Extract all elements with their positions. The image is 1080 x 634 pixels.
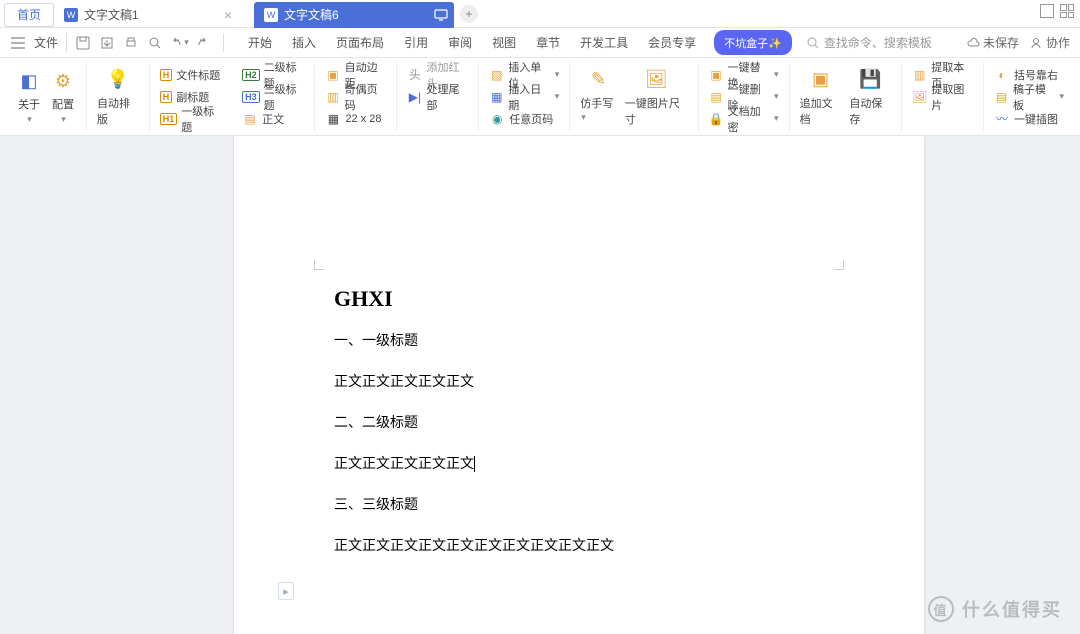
menu-start[interactable]: 开始 — [246, 30, 274, 55]
doc-h3[interactable]: 三、三级标题 — [334, 494, 824, 515]
about-button[interactable]: ◧关于▾ — [12, 68, 46, 125]
menu-insert[interactable]: 插入 — [290, 30, 318, 55]
margin-mark — [314, 256, 328, 270]
document-body[interactable]: GHXI 一、一级标题 正文正文正文正文正文 二、二级标题 正文正文正文正文正文… — [334, 286, 824, 576]
grid-view-icon[interactable] — [1060, 4, 1074, 18]
export-icon[interactable] — [97, 33, 117, 53]
menu-layout[interactable]: 页面布局 — [334, 30, 386, 55]
menu-dev[interactable]: 开发工具 — [578, 30, 630, 55]
search-box[interactable]: 查找命令、搜索模板 — [806, 34, 932, 51]
h3-button[interactable]: H3三级标题 — [238, 86, 308, 108]
body-button[interactable]: ▤正文 — [238, 108, 308, 130]
user-icon — [1029, 36, 1043, 50]
insertdate-button[interactable]: ▦插入日期▾ — [485, 86, 563, 108]
extractimg-button[interactable]: 🖼提取图片 — [908, 86, 977, 108]
menu-file[interactable]: 文件 — [32, 30, 60, 55]
tab-doc1[interactable]: W 文字文稿1 × — [54, 2, 254, 28]
document-canvas[interactable]: ⎍ GHXI 一、一级标题 正文正文正文正文正文 二、二级标题 正文正文正文正文… — [0, 136, 1080, 634]
append-button[interactable]: ▣追加文档 — [796, 67, 846, 127]
insertimg-button[interactable]: 〰一键插图 — [990, 108, 1068, 130]
menu-review[interactable]: 审阅 — [446, 30, 474, 55]
watermark-icon: 值 — [928, 596, 954, 622]
doc-body3[interactable]: 正文正文正文正文正文正文正文正文正文正文 — [334, 535, 824, 556]
tab-doc6[interactable]: W 文字文稿6 — [254, 2, 454, 28]
doc-h2[interactable]: 二、二级标题 — [334, 412, 824, 433]
watermark-text: 什么值得买 — [962, 596, 1062, 622]
watermark: 值 什么值得买 — [928, 596, 1062, 622]
menu-references[interactable]: 引用 — [402, 30, 430, 55]
tab-label: 文字文稿1 — [84, 6, 139, 23]
menu-bar: 文件 ▾ 开始 插入 页面布局 引用 审阅 视图 章节 开发工具 会员专享 不坑… — [0, 28, 1080, 58]
search-icon — [806, 36, 820, 50]
cloud-icon — [966, 36, 980, 50]
undo-icon[interactable]: ▾ — [169, 33, 189, 53]
doc-title[interactable]: GHXI — [334, 286, 824, 312]
menu-view[interactable]: 视图 — [490, 30, 518, 55]
hamburger-icon[interactable] — [8, 33, 28, 53]
promo-pill[interactable]: 不坑盒子✨ — [714, 30, 792, 55]
tab-label: 文字文稿6 — [284, 6, 339, 23]
grid-button[interactable]: ▦22 x 28 — [321, 108, 390, 130]
menu-member[interactable]: 会员专享 — [646, 30, 698, 55]
add-tab-button[interactable]: + — [460, 5, 478, 23]
tab-home[interactable]: 首页 — [4, 3, 54, 27]
close-icon[interactable]: × — [224, 7, 232, 23]
autolayout-button[interactable]: 💡自动排版 — [93, 67, 143, 127]
autosave-button[interactable]: 💾自动保存 — [845, 67, 895, 127]
doc-h1[interactable]: 一、一级标题 — [334, 330, 824, 351]
search-placeholder: 查找命令、搜索模板 — [824, 34, 932, 51]
save-icon[interactable] — [73, 33, 93, 53]
word-icon: W — [64, 8, 78, 22]
handwrite-button[interactable]: ✎仿手写▾ — [576, 67, 621, 127]
oddeven-button[interactable]: ▥奇偶页码 — [321, 86, 390, 108]
h1-button[interactable]: H1一级标题 — [156, 108, 226, 130]
single-view-icon[interactable] — [1040, 4, 1054, 18]
unsaved-status[interactable]: 未保存 — [966, 34, 1019, 51]
doc-body2[interactable]: 正文正文正文正文正文 — [334, 453, 824, 474]
config-button[interactable]: ⚙配置▾ — [46, 68, 80, 125]
margin-mark — [830, 256, 844, 270]
print-icon[interactable] — [121, 33, 141, 53]
imgsize-button[interactable]: 🖼一键图片尺寸 — [621, 67, 692, 127]
collab-button[interactable]: 协作 — [1029, 34, 1070, 51]
redo-icon[interactable] — [193, 33, 213, 53]
encrypt-button[interactable]: 🔒文档加密▾ — [705, 108, 783, 130]
window-view-controls — [1040, 4, 1074, 18]
preview-icon[interactable] — [145, 33, 165, 53]
anypage-button[interactable]: ◉任意页码 — [485, 108, 563, 130]
page[interactable]: ⎍ GHXI 一、一级标题 正文正文正文正文正文 二、二级标题 正文正文正文正文… — [234, 136, 924, 634]
drafttpl-button[interactable]: ▤稿子模板▾ — [990, 86, 1068, 108]
menu-tabs: 开始 插入 页面布局 引用 审阅 视图 章节 开发工具 会员专享 不坑盒子✨ — [246, 30, 792, 55]
text-cursor — [474, 456, 475, 472]
page-option-icon[interactable]: ▸ — [278, 582, 294, 600]
word-icon: W — [264, 8, 278, 22]
device-icon[interactable] — [434, 9, 448, 21]
menu-chapter[interactable]: 章节 — [534, 30, 562, 55]
article-title-button[interactable]: H文件标题 — [156, 64, 226, 86]
tab-bar: 首页 W 文字文稿1 × W 文字文稿6 + — [0, 0, 1080, 28]
doc-body1[interactable]: 正文正文正文正文正文 — [334, 371, 824, 392]
trimend-button[interactable]: ▶|处理尾部 — [403, 86, 472, 108]
ribbon: ◧关于▾ ⚙配置▾ 💡自动排版 H文件标题 H副标题 H1一级标题 H2二级标题… — [0, 58, 1080, 136]
